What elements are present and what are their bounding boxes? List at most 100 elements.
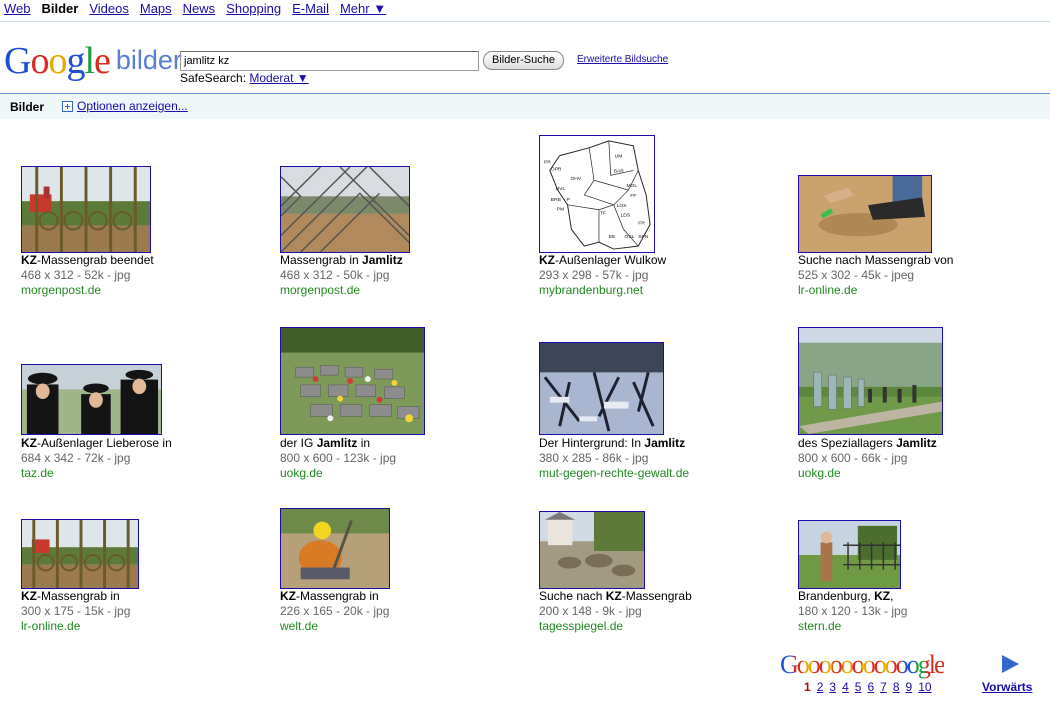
pager-brand: Gooooooooooogle [780,650,946,679]
next-page-link[interactable]: Vorwärts [982,680,1032,694]
results-bar: Bilder Optionen anzeigen... [0,93,1050,119]
result-source[interactable]: lr-online.de [21,619,130,634]
result-caption: des Speziallagers Jamlitz 800 x 600 - 66k… [798,436,937,481]
pagination: Gooooooooooogle 1 2 3 4 5 6 7 8 9 10 Vor… [780,650,1032,694]
result-caption: Suche nach KZ-Massengrab 200 x 148 - 9k -… [539,589,692,634]
result-source[interactable]: morgenpost.de [21,283,154,298]
result-meta: 684 x 342 - 72k - jpg [21,451,131,465]
result-source[interactable]: uokg.de [280,466,396,481]
page-link[interactable]: 3 [829,680,836,694]
nav-maps[interactable]: Maps [140,1,172,19]
result-source[interactable]: mybrandenburg.net [539,283,666,298]
page-link[interactable]: 6 [867,680,874,694]
result-thumbnail-3[interactable]: PR UM OPR BAR OHV MOL HVL FF BRB P LOS PM TF LDS FR EE O… [539,135,655,253]
map-district-label: OSL [625,234,635,240]
logo-subtitle: bilder [115,45,182,75]
result-thumbnail-9[interactable] [21,519,139,589]
result-title[interactable]: Brandenburg, KZ, [798,589,907,604]
result-thumbnail-6[interactable] [280,327,425,435]
result-caption: KZ-Außenlager Wulkow 293 x 298 - 57k - jp… [539,253,666,298]
result-source[interactable]: tagesspiegel.de [539,619,692,634]
safesearch-label: SafeSearch: [180,71,247,85]
result-thumbnail-7[interactable] [539,342,664,435]
result-title[interactable]: der IG Jamlitz in [280,436,396,451]
result-source[interactable]: taz.de [21,466,172,481]
map-district-label: PM [557,207,564,213]
result-meta: 800 x 600 - 66k - jpg [798,451,908,465]
result-caption: Suche nach Massengrab von 525 x 302 - 45k… [798,253,953,298]
result-thumbnail-8[interactable] [798,327,943,435]
result-caption: KZ-Massengrab beendet 468 x 312 - 52k - j… [21,253,154,298]
result-thumbnail-10[interactable] [280,508,390,589]
nav-mehr[interactable]: Mehr ▼ [340,1,386,19]
result-title[interactable]: Suche nach KZ-Massengrab [539,589,692,604]
result-source[interactable]: mut-gegen-rechte-gewalt.de [539,466,689,481]
advanced-search-link[interactable]: Erweiterte Bildsuche [577,54,668,65]
result-caption: Massengrab in Jamlitz 468 x 312 - 50k - j… [280,253,403,298]
result-meta: 200 x 148 - 9k - jpg [539,604,642,618]
google-bilder-logo[interactable]: Google bilder [4,38,182,83]
result-title[interactable]: KZ-Massengrab in [280,589,389,604]
result-title[interactable]: KZ-Außenlager Wulkow [539,253,666,268]
map-district-label: UM [615,154,623,160]
show-options-link[interactable]: Optionen anzeigen... [62,99,188,113]
page-link[interactable]: 7 [880,680,887,694]
map-district-label: PR [544,160,551,166]
safesearch-dropdown[interactable]: Moderat ▼ [249,71,308,85]
page-link[interactable]: 4 [842,680,849,694]
result-source[interactable]: morgenpost.de [280,283,403,298]
result-caption: der IG Jamlitz in 800 x 600 - 123k - jpg u… [280,436,396,481]
map-district-label: OPR [551,166,562,172]
result-meta: 226 x 165 - 20k - jpg [280,604,390,618]
nav-web[interactable]: Web [4,1,31,19]
result-caption: KZ-Massengrab in 300 x 175 - 15k - jpg lr-… [21,589,130,634]
result-meta: 380 x 285 - 86k - jpg [539,451,649,465]
result-thumbnail-4[interactable] [798,175,932,253]
page-current: 1 [804,680,811,694]
map-district-label: BAR [614,168,625,174]
map-district-label: EE [609,234,616,240]
nav-email[interactable]: E-Mail [292,1,329,19]
result-source[interactable]: lr-online.de [798,283,953,298]
page-link[interactable]: 9 [906,680,913,694]
next-arrow-icon[interactable] [1002,655,1019,673]
nav-videos[interactable]: Videos [89,1,129,19]
page-link[interactable]: 5 [855,680,862,694]
result-source[interactable]: uokg.de [798,466,937,481]
result-title[interactable]: Massengrab in Jamlitz [280,253,403,268]
top-divider [0,21,1050,22]
result-meta: 468 x 312 - 52k - jpg [21,268,131,282]
result-thumbnail-11[interactable] [539,511,645,589]
nav-news[interactable]: News [183,1,216,19]
map-district-label: HVL [556,186,566,192]
page-link[interactable]: 2 [817,680,824,694]
result-meta: 180 x 120 - 13k - jpg [798,604,908,618]
result-title[interactable]: KZ-Massengrab beendet [21,253,154,268]
result-caption: KZ-Außenlager Lieberose in 684 x 342 - 72… [21,436,172,481]
nav-shopping[interactable]: Shopping [226,1,281,19]
page-link[interactable]: 10 [918,680,931,694]
result-title[interactable]: KZ-Massengrab in [21,589,130,604]
result-meta: 468 x 312 - 50k - jpg [280,268,390,282]
plus-icon [62,100,73,112]
result-meta: 525 x 302 - 45k - jpeg [798,268,915,282]
result-title[interactable]: des Speziallagers Jamlitz [798,436,937,451]
page-link[interactable]: 8 [893,680,900,694]
result-thumbnail-1[interactable] [21,166,151,253]
result-source[interactable]: welt.de [280,619,389,634]
map-district-label: SPN [638,234,649,240]
result-title[interactable]: KZ-Außenlager Lieberose in [21,436,172,451]
image-search-button[interactable]: Bilder-Suche [483,51,564,70]
result-thumbnail-2[interactable] [280,166,410,253]
result-thumbnail-5[interactable] [21,364,162,435]
result-title[interactable]: Suche nach Massengrab von [798,253,953,268]
result-caption: KZ-Massengrab in 226 x 165 - 20k - jpg wel… [280,589,389,634]
map-district-label: LOS [617,203,628,209]
result-source[interactable]: stern.de [798,619,907,634]
result-title[interactable]: Der Hintergrund: In Jamlitz [539,436,689,451]
nav-bilder: Bilder [41,1,79,16]
result-thumbnail-12[interactable] [798,520,901,589]
safesearch: SafeSearch: Moderat ▼ [180,71,309,85]
search-input[interactable]: jamlitz kz [180,51,479,71]
map-district-label: FR [638,220,645,226]
